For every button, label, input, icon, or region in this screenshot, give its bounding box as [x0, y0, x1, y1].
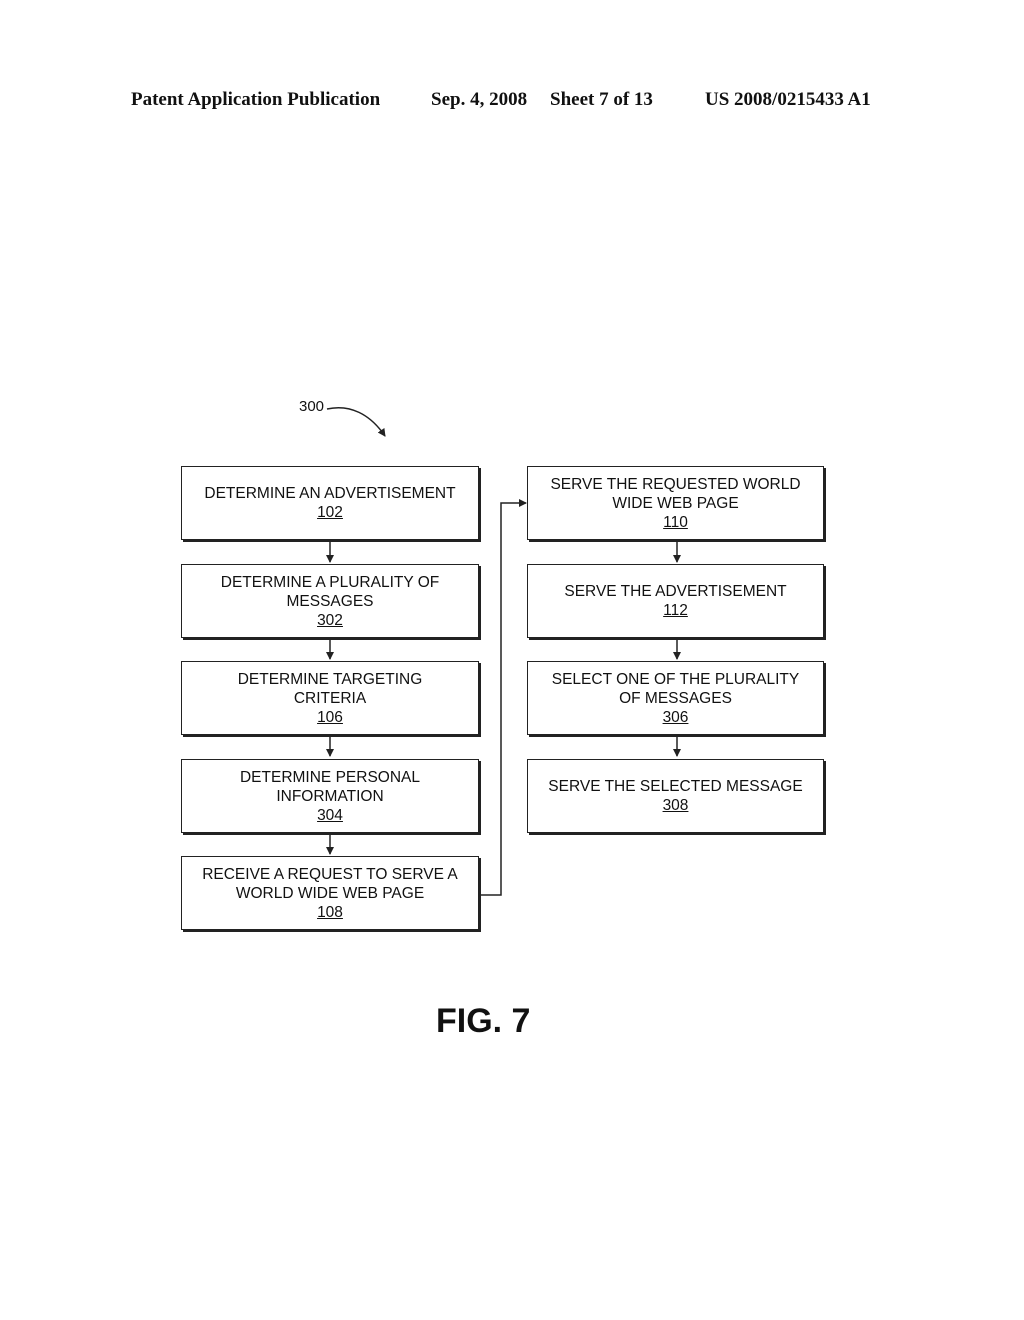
step-text: RECEIVE A REQUEST TO SERVE A [202, 865, 458, 883]
step-text: CRITERIA [293, 689, 367, 707]
step-text: DETERMINE AN ADVERTISEMENT [204, 485, 456, 502]
step-text: SERVE THE REQUESTED WORLD [550, 475, 801, 493]
step-reference-number: 106 [317, 708, 343, 726]
step-text: WORLD WIDE WEB PAGE [235, 884, 425, 902]
flow-step-112: SERVE THE ADVERTISEMENT 112 [527, 564, 824, 638]
arrow-108-110 [479, 499, 527, 896]
step-reference-number: 112 [663, 602, 688, 619]
step-reference-number: 110 [663, 513, 688, 531]
step-text: WIDE WEB PAGE [612, 494, 739, 512]
flow-step-110: SERVE THE REQUESTED WORLD WIDE WEB PAGE 11… [527, 466, 824, 540]
step-text: MESSAGES [286, 592, 374, 610]
flow-step-106: DETERMINE TARGETING CRITERIA 106 [181, 661, 479, 735]
flow-step-308: SERVE THE SELECTED MESSAGE 308 [527, 759, 824, 833]
step-reference-number: 102 [317, 504, 343, 521]
flow-step-304: DETERMINE PERSONAL INFORMATION 304 [181, 759, 479, 833]
step-reference-number: 304 [317, 806, 343, 824]
step-text: INFORMATION [276, 787, 384, 805]
reference-arrow [326, 407, 386, 437]
flow-step-302: DETERMINE A PLURALITY OF MESSAGES 302 [181, 564, 479, 638]
figure-label: FIG. 7 [436, 1002, 531, 1040]
step-text: DETERMINE TARGETING [237, 670, 423, 688]
flow-connectors [326, 407, 681, 896]
step-reference-number: 306 [662, 708, 689, 726]
step-reference-number: 302 [317, 611, 343, 629]
flow-step-306: SELECT ONE OF THE PLURALITY OF MESSAGES 30… [527, 661, 824, 735]
step-text: DETERMINE A PLURALITY OF [220, 573, 440, 591]
step-text: OF MESSAGES [619, 689, 732, 707]
step-text: SERVE THE ADVERTISEMENT [564, 583, 787, 600]
step-text: DETERMINE PERSONAL [239, 768, 420, 786]
diagram-reference: 300 [299, 398, 325, 415]
step-reference-number: 108 [317, 903, 343, 921]
step-text: SELECT ONE OF THE PLURALITY [551, 670, 800, 688]
flow-step-108: RECEIVE A REQUEST TO SERVE A WORLD WIDE W… [181, 856, 479, 930]
step-reference-number: 308 [662, 797, 689, 814]
flow-step-102: DETERMINE AN ADVERTISEMENT 102 [181, 466, 479, 540]
step-text: SERVE THE SELECTED MESSAGE [548, 778, 803, 795]
